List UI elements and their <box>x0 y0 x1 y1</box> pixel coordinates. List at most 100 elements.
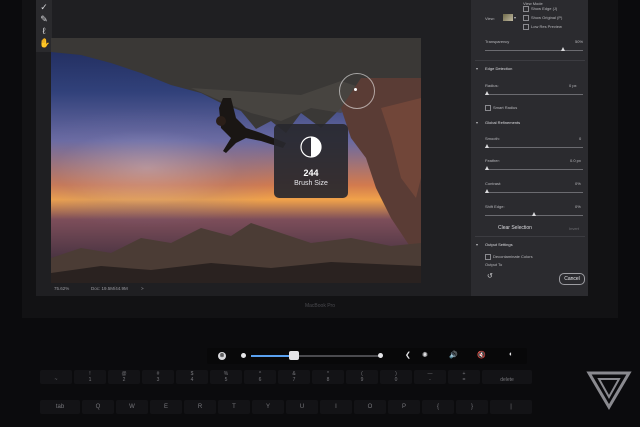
transparency-value[interactable]: 50% <box>575 39 583 44</box>
brush-cursor <box>339 73 375 109</box>
key-q[interactable]: Q <box>82 400 114 414</box>
key-p[interactable]: P <box>388 400 420 414</box>
key-3[interactable]: #3 <box>142 370 174 384</box>
view-dropdown-chevron-icon[interactable]: ▾ <box>514 15 516 20</box>
key-i[interactable]: I <box>320 400 352 414</box>
key-9[interactable]: (9 <box>346 370 378 384</box>
transparency-slider[interactable] <box>485 50 583 51</box>
view-mode-thumbnail[interactable] <box>503 14 513 21</box>
edge-detection-title[interactable]: Edge Detection <box>485 66 512 71</box>
status-bar: 75.62% Doc: 19.5M/44.9M > <box>51 284 421 294</box>
transparency-slider-thumb[interactable] <box>561 47 565 51</box>
feather-label: Feather: <box>485 158 500 163</box>
contrast-value[interactable]: 0% <box>575 181 581 186</box>
key-2[interactable]: @2 <box>108 370 140 384</box>
touchbar-slider-thumb[interactable] <box>288 351 299 360</box>
radius-value[interactable]: 0 px <box>569 83 577 88</box>
key-u[interactable]: U <box>286 400 318 414</box>
feather-value[interactable]: 0.0 px <box>570 158 581 163</box>
brush-size-hud: 244 Brush Size <box>274 124 348 198</box>
key-8[interactable]: * 8 <box>312 370 344 384</box>
edge-detection-chevron-icon[interactable]: ▾ <box>476 66 478 71</box>
feather-slider[interactable] <box>485 169 583 170</box>
key-equals[interactable]: + = <box>448 370 480 384</box>
key-right-brace[interactable]: } <box>456 400 488 414</box>
select-and-mask-panel: View Mode View: ▾ Show Edge (J) Show Ori… <box>471 0 588 296</box>
key-4[interactable]: $4 <box>176 370 208 384</box>
radius-slider[interactable] <box>485 94 583 95</box>
smart-radius-checkbox[interactable] <box>485 105 491 111</box>
key-1[interactable]: ! 1 <box>74 370 106 384</box>
key-delete[interactable]: delete <box>482 370 532 384</box>
radius-label: Radius: <box>485 83 499 88</box>
zoom-level[interactable]: 75.62% <box>54 286 69 291</box>
output-settings-chevron-icon[interactable]: ▾ <box>476 242 478 247</box>
smooth-slider-thumb[interactable] <box>485 144 489 148</box>
brush-hardness-icon <box>300 136 322 158</box>
undo-icon[interactable]: ↺ <box>487 272 493 280</box>
keyboard: ~ ! 1 @2 #3 $4 % 5 ^ 6 & 7 * 8 (9 ) 0 — - + = de… <box>40 366 600 427</box>
brush-tool-icon[interactable]: ℓ <box>39 26 49 36</box>
invert-button[interactable]: Invert <box>569 226 579 231</box>
output-settings-title[interactable]: Output Settings <box>485 242 513 247</box>
refine-edge-brush-icon[interactable]: ✎ <box>39 14 49 24</box>
hand-tool-icon[interactable]: ✋ <box>39 38 50 48</box>
touchbar-mute-icon[interactable]: 🔇 <box>477 351 486 359</box>
show-original-checkbox[interactable] <box>523 15 529 21</box>
global-refinements-title[interactable]: Global Refinements <box>485 120 520 125</box>
smart-radius-label: Smart Radius <box>493 105 518 110</box>
quick-selection-tool-icon[interactable]: ✓ <box>39 2 49 12</box>
shift-edge-slider-thumb[interactable] <box>532 212 536 216</box>
show-edge-checkbox[interactable] <box>523 6 529 12</box>
radius-slider-thumb[interactable] <box>485 91 489 95</box>
the-verge-logo-icon <box>586 371 632 410</box>
key-tab[interactable]: tab <box>40 400 80 414</box>
key-7[interactable]: & 7 <box>278 370 310 384</box>
doc-size: Doc: 19.5M/44.9M <box>91 286 128 291</box>
touchbar-min-size-dot[interactable] <box>241 353 246 358</box>
smooth-slider[interactable] <box>485 147 583 148</box>
brush-size-value: 244 <box>303 168 319 178</box>
key-e[interactable]: E <box>150 400 182 414</box>
decontaminate-label: Decontaminate Colors <box>493 254 533 259</box>
output-to-label: Output To <box>485 262 503 267</box>
clear-selection-button[interactable]: Clear Selection <box>498 225 532 231</box>
contrast-label: Contrast: <box>485 181 502 186</box>
cancel-button[interactable]: Cancel <box>559 273 585 285</box>
key-r[interactable]: R <box>184 400 216 414</box>
key-o[interactable]: O <box>354 400 386 414</box>
brush-size-label: Brush Size <box>294 180 328 187</box>
touchbar-brightness-icon[interactable]: ✺ <box>422 351 428 359</box>
low-res-preview-checkbox[interactable] <box>523 24 529 30</box>
key-backslash[interactable]: | <box>490 400 532 414</box>
feather-slider-thumb[interactable] <box>485 166 489 170</box>
laptop-brand-text: MacBook Pro <box>304 303 335 309</box>
touchbar-close-icon[interactable]: ⊗ <box>218 352 226 360</box>
status-menu-arrow[interactable]: > <box>141 286 144 291</box>
touch-bar: ⊗ ❮ ✺ 🔊 🔇 ◐ <box>207 348 527 364</box>
touchbar-max-size-dot[interactable] <box>378 353 383 358</box>
contrast-slider[interactable] <box>485 192 583 193</box>
show-edge-label: Show Edge (J) <box>531 6 558 11</box>
touchbar-siri-icon[interactable]: ◐ <box>509 351 513 358</box>
photo-canvas[interactable] <box>51 38 421 283</box>
tool-strip: ✓ ✎ ℓ ✋ <box>36 0 52 52</box>
key-minus[interactable]: — - <box>414 370 446 384</box>
global-refinements-chevron-icon[interactable]: ▾ <box>476 120 478 125</box>
key-6[interactable]: ^ 6 <box>244 370 276 384</box>
decontaminate-checkbox[interactable] <box>485 254 491 260</box>
touchbar-volume-icon[interactable]: 🔊 <box>449 351 458 359</box>
key-t[interactable]: T <box>218 400 250 414</box>
key-0[interactable]: ) 0 <box>380 370 412 384</box>
key-tilde[interactable]: ~ <box>40 370 72 384</box>
smooth-value[interactable]: 0 <box>579 136 581 141</box>
contrast-slider-thumb[interactable] <box>485 189 489 193</box>
shift-edge-value[interactable]: 0% <box>575 204 581 209</box>
touchbar-slider-fill <box>251 355 294 357</box>
key-5[interactable]: % 5 <box>210 370 242 384</box>
touchbar-expand-icon[interactable]: ❮ <box>405 351 411 359</box>
key-y[interactable]: Y <box>252 400 284 414</box>
key-left-brace[interactable]: { <box>422 400 454 414</box>
brush-cursor-center <box>354 88 357 91</box>
key-w[interactable]: W <box>116 400 148 414</box>
